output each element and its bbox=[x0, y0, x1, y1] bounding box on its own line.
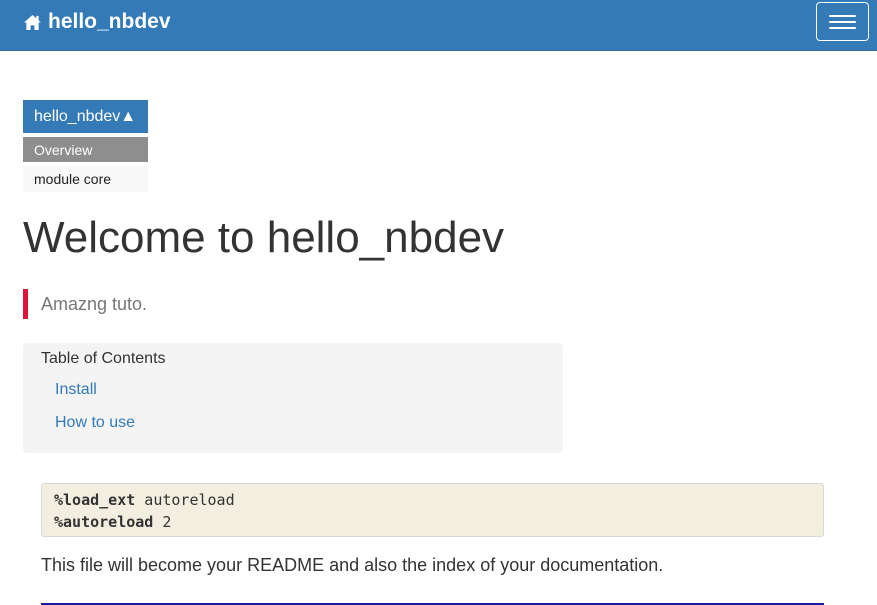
summary-blockquote: Amazng tuto. bbox=[23, 289, 147, 319]
code-magic: %load_ext bbox=[54, 491, 136, 509]
code-arg: autoreload bbox=[135, 491, 235, 509]
home-icon bbox=[24, 14, 41, 30]
toc-link-install[interactable]: Install bbox=[55, 381, 97, 399]
code-cell: %load_ext autoreload %autoreload 2 bbox=[41, 483, 824, 537]
table-of-contents: Table of Contents Install How to use bbox=[23, 343, 563, 453]
code-line: %autoreload 2 bbox=[54, 511, 823, 533]
toc-title: Table of Contents bbox=[41, 350, 166, 367]
hamburger-menu-icon bbox=[829, 14, 856, 17]
toc-link-how-to-use[interactable]: How to use bbox=[55, 414, 135, 432]
code-arg: 2 bbox=[153, 513, 172, 531]
hamburger-menu-button[interactable] bbox=[816, 2, 869, 41]
sidebar-item-overview[interactable]: Overview bbox=[23, 137, 148, 162]
sidebar-item-module-core[interactable]: module core bbox=[23, 166, 148, 192]
summary-text: Amazng tuto. bbox=[41, 293, 148, 314]
page-title: Welcome to hello_nbdev bbox=[23, 213, 505, 262]
top-navbar: hello_nbdev bbox=[0, 0, 877, 51]
code-magic: %autoreload bbox=[54, 513, 154, 531]
code-line: %load_ext autoreload bbox=[54, 489, 823, 511]
sidebar-toggle-button[interactable]: hello_nbdev▲ bbox=[23, 100, 148, 133]
readme-paragraph: This file will become your README and al… bbox=[41, 555, 664, 575]
brand-link[interactable]: hello_nbdev bbox=[23, 10, 171, 34]
brand-title: hello_nbdev bbox=[48, 10, 171, 33]
